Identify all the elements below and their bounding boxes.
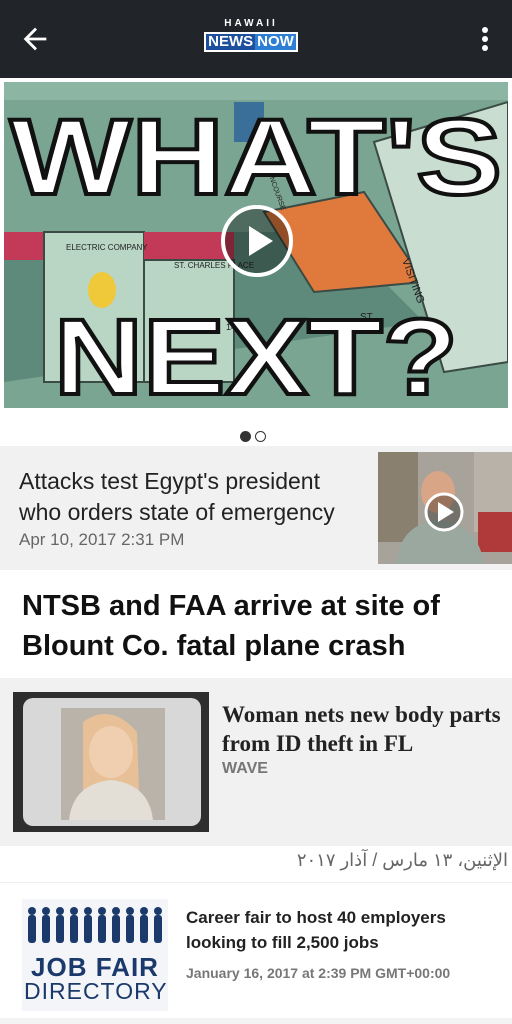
play-video-icon[interactable] — [220, 204, 294, 278]
article-date: Apr 10, 2017 2:31 PM — [19, 530, 185, 549]
article-image[interactable] — [13, 692, 209, 832]
article-card-egypt[interactable]: Attacks test Egypt's president who order… — [0, 446, 512, 570]
article-title[interactable]: Attacks test Egypt's president who order… — [19, 466, 359, 528]
article-card-ntsb[interactable]: NTSB and FAA arrive at site of Blount Co… — [0, 570, 512, 678]
more-vert-icon[interactable] — [474, 22, 496, 56]
directory-image-text: DIRECTORY — [24, 978, 168, 1004]
date-divider-text: الإثنين، ١٣ مارس / آذار ٢٠١٧ — [296, 850, 508, 870]
board-text-1: ELECTRIC COMPANY — [66, 243, 148, 252]
logo-news-text: NEWS — [206, 33, 256, 50]
date-divider: الإثنين، ١٣ مارس / آذار ٢٠١٧ — [0, 848, 512, 880]
headline-title[interactable]: NTSB and FAA arrive at site of Blount Co… — [22, 586, 492, 666]
hero-overlay-line1: WHAT'S — [10, 96, 502, 217]
app-bar: HAWAII NEWS NOW — [0, 0, 512, 78]
hero-video-card[interactable]: ELECTRIC COMPANY ST. CHARLES PLACE 140 V… — [4, 82, 508, 408]
hero-overlay-line2: NEXT? — [54, 296, 458, 408]
article-source: WAVE — [222, 760, 268, 777]
article-card-career-fair[interactable]: JOB FAIR DIRECTORY Career fair to host 4… — [0, 882, 512, 1024]
article-date: January 16, 2017 at 2:39 PM GMT+00:00 — [186, 965, 451, 981]
article-video-thumbnail[interactable] — [378, 452, 512, 564]
article-title[interactable]: Career fair to host 40 employers looking… — [186, 905, 486, 955]
article-title[interactable]: Woman nets new body parts from ID theft … — [222, 700, 502, 758]
carousel-dot[interactable] — [255, 431, 266, 443]
logo-now-text: NOW — [255, 33, 296, 50]
back-arrow-icon[interactable] — [18, 22, 52, 56]
hawaii-news-now-logo[interactable]: HAWAII NEWS NOW — [199, 18, 303, 58]
reporter-image — [378, 452, 512, 564]
job-fair-image-text: JOB FAIR — [31, 952, 159, 982]
carousel-indicator[interactable] — [240, 428, 272, 443]
logo-state-text: HAWAII — [224, 18, 278, 29]
carousel-dot-active[interactable] — [240, 431, 251, 443]
article-image[interactable]: JOB FAIR DIRECTORY — [22, 899, 168, 1011]
phone-photo-image — [13, 692, 209, 832]
article-card-id-theft[interactable]: Woman nets new body parts from ID theft … — [0, 678, 512, 846]
